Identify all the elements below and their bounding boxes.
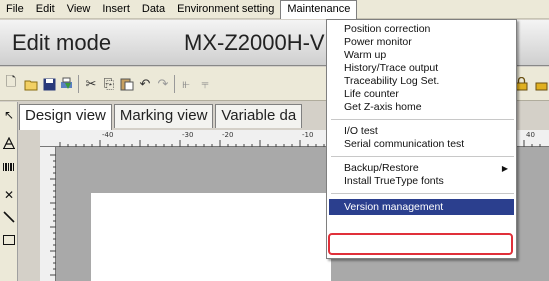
submenu-arrow-icon: ▶ <box>501 164 508 173</box>
toolbar-separator <box>174 75 175 93</box>
paste-icon[interactable] <box>119 76 135 92</box>
menu-environment-setting[interactable]: Environment setting <box>171 0 280 19</box>
tab-variable-data[interactable]: Variable da <box>215 104 303 128</box>
barcode-icon[interactable] <box>2 160 16 174</box>
ruler-label: -10 <box>302 131 314 139</box>
undo-icon[interactable]: ↶ <box>137 76 153 92</box>
menu-insert[interactable]: Insert <box>96 0 136 19</box>
menu-item-install-truetype-fonts[interactable]: Install TrueType fonts <box>327 175 516 188</box>
menu-item-warm-up[interactable]: Warm up <box>327 49 516 62</box>
align-icon[interactable]: ⫦ <box>178 76 194 92</box>
toolbar-separator <box>78 75 79 93</box>
menu-view[interactable]: View <box>61 0 97 19</box>
ruler-label: -40 <box>102 131 114 139</box>
menu-bar: File Edit View Insert Data Environment s… <box>0 0 549 19</box>
menu-separator <box>331 193 514 194</box>
view-tabs: Design view Marking view Variable da <box>19 104 304 130</box>
line-icon[interactable] <box>2 210 16 224</box>
menu-item-get-z-axis-home[interactable]: Get Z-axis home <box>327 101 516 114</box>
rectangle-icon[interactable] <box>2 233 16 247</box>
tab-marking-view[interactable]: Marking view <box>113 104 214 128</box>
maintenance-menu: Position correction Power monitor Warm u… <box>326 19 517 259</box>
menu-edit[interactable]: Edit <box>30 0 61 19</box>
copy-icon[interactable]: ⎘ <box>101 76 117 92</box>
ruler-label: 40 <box>526 131 535 139</box>
menu-item-serial-communication-test[interactable]: Serial communication test <box>327 138 516 151</box>
vertical-ruler <box>40 147 56 281</box>
menu-separator <box>331 119 514 120</box>
open-icon[interactable] <box>23 76 39 92</box>
cut-icon[interactable]: ✂ <box>83 76 99 92</box>
unlock-icon[interactable] <box>533 76 549 92</box>
mode-label: Edit mode <box>12 30 112 55</box>
label-page[interactable] <box>91 193 331 281</box>
menu-item-life-counter[interactable]: Life counter <box>327 88 516 101</box>
text-icon[interactable] <box>2 136 16 150</box>
model-label: MX-Z2000H-V <box>184 30 325 55</box>
menu-item-io-test[interactable]: I/O test <box>327 125 516 138</box>
menu-file[interactable]: File <box>0 0 30 19</box>
tool-palette: ↖ ✕ <box>0 102 18 281</box>
tab-design-view[interactable]: Design view <box>19 104 112 130</box>
distribute-icon[interactable]: ⫧ <box>197 76 213 92</box>
print-icon[interactable] <box>58 76 74 92</box>
menu-data[interactable]: Data <box>136 0 171 19</box>
menu-item-power-monitor[interactable]: Power monitor <box>327 36 516 49</box>
menu-item-history-trace-output[interactable]: History/Trace output <box>327 62 516 75</box>
menu-item-label: Backup/Restore <box>344 162 419 174</box>
menu-item-backup-restore[interactable]: Backup/Restore ▶ <box>327 162 516 175</box>
redo-icon[interactable]: ↷ <box>155 76 171 92</box>
ruler-label: -30 <box>182 131 194 139</box>
pointer-icon[interactable]: ↖ <box>2 108 16 122</box>
ruler-label: -20 <box>222 131 234 139</box>
save-icon[interactable] <box>41 76 57 92</box>
menu-separator <box>331 156 514 157</box>
menu-item-version-management[interactable]: Version management <box>329 199 514 215</box>
annotation-highlight-box <box>328 233 513 255</box>
cross-icon[interactable]: ✕ <box>2 188 16 202</box>
new-icon[interactable]: 🗋 <box>3 74 19 92</box>
menu-item-position-correction[interactable]: Position correction <box>327 23 516 36</box>
menu-item-traceability-log-set[interactable]: Traceability Log Set. <box>327 75 516 88</box>
menu-maintenance[interactable]: Maintenance <box>280 0 358 19</box>
